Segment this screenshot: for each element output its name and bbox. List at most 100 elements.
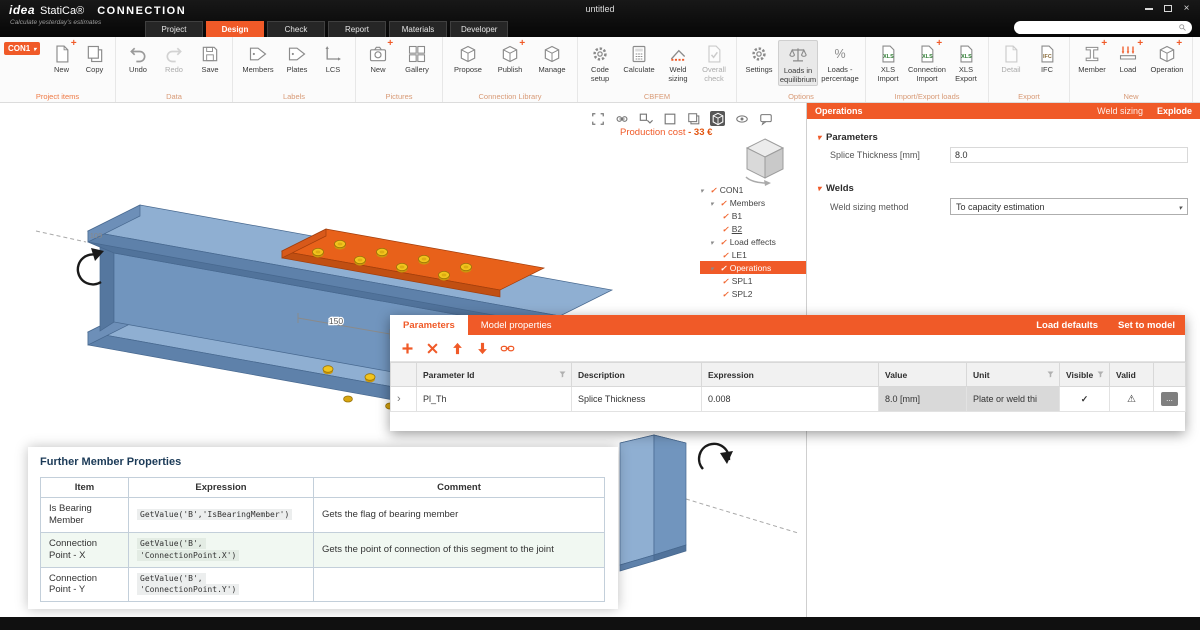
ifc-icon xyxy=(1036,43,1058,65)
new-project-item-button[interactable]: New xyxy=(46,40,77,76)
expander-caret-icon[interactable] xyxy=(710,263,717,273)
row-expander[interactable] xyxy=(391,387,417,412)
column-value[interactable]: Value xyxy=(879,363,967,387)
cell-expression[interactable]: 0.008 xyxy=(702,387,879,412)
manage-button[interactable]: Manage xyxy=(532,40,572,76)
new-picture-button[interactable]: New xyxy=(361,40,395,76)
filter-icon[interactable] xyxy=(558,370,567,379)
tab-materials[interactable]: Materials xyxy=(389,21,447,37)
expander-caret-icon[interactable] xyxy=(710,198,717,208)
explode-action[interactable]: Explode xyxy=(1157,106,1192,116)
column-valid[interactable]: Valid xyxy=(1110,363,1154,387)
load-defaults-button[interactable]: Load defaults xyxy=(1026,315,1108,335)
new-load-button[interactable]: Load xyxy=(1111,40,1145,76)
beam-b2-end[interactable] xyxy=(620,435,686,571)
column-expression[interactable]: Expression xyxy=(702,363,879,387)
cell-unit[interactable]: Plate or weld thi xyxy=(967,387,1060,412)
tree-item-members[interactable]: Members xyxy=(700,196,806,209)
filter-icon[interactable] xyxy=(1046,370,1055,379)
column-visible[interactable]: Visible xyxy=(1060,363,1110,387)
column-unit[interactable]: Unit xyxy=(967,363,1060,387)
new-operation-button[interactable]: Operation xyxy=(1147,40,1187,76)
delete-parameter-button[interactable] xyxy=(424,340,441,357)
tree-item-b2[interactable]: B2 xyxy=(700,222,806,235)
xls-import-button[interactable]: XLS Import xyxy=(871,40,905,84)
gallery-button[interactable]: Gallery xyxy=(397,40,437,76)
tree-item-con1[interactable]: CON1 xyxy=(700,183,806,196)
export-detail-button[interactable]: Detail xyxy=(994,40,1028,76)
column-description[interactable]: Description xyxy=(572,363,702,387)
export-ifc-button[interactable]: IFC xyxy=(1030,40,1064,76)
section-parameters[interactable]: Parameters xyxy=(817,132,1190,143)
labels-plates-button[interactable]: Plates xyxy=(280,40,314,76)
comments-icon[interactable] xyxy=(758,111,773,126)
code-setup-button[interactable]: Code setup xyxy=(583,40,617,84)
calculate-button[interactable]: Calculate xyxy=(619,40,659,76)
selection-mode-dropdown[interactable] xyxy=(638,111,653,126)
link-views-icon[interactable] xyxy=(614,111,629,126)
weld-sizing-action[interactable]: Weld sizing xyxy=(1097,106,1143,116)
tree-item-b1[interactable]: B1 xyxy=(700,209,806,222)
current-connection-button[interactable]: CON1 xyxy=(4,42,40,55)
section-welds[interactable]: Welds xyxy=(817,183,1190,194)
connection-import-icon xyxy=(916,43,938,65)
move-up-button[interactable] xyxy=(449,340,466,357)
undo-button[interactable]: Undo xyxy=(121,40,155,76)
redo-button[interactable]: Redo xyxy=(157,40,191,76)
minimize-button[interactable] xyxy=(1142,3,1155,14)
publish-button[interactable]: Publish xyxy=(490,40,530,76)
tree-item-le1[interactable]: LE1 xyxy=(700,248,806,261)
set-to-model-button[interactable]: Set to model xyxy=(1108,315,1185,335)
tab-model-properties[interactable]: Model properties xyxy=(468,315,565,335)
tab-project[interactable]: Project xyxy=(145,21,203,37)
add-parameter-button[interactable] xyxy=(399,340,416,357)
save-button[interactable]: Save xyxy=(193,40,227,76)
parameters-panel-header: Parameters Model properties Load default… xyxy=(390,315,1185,335)
search-box[interactable] xyxy=(1014,21,1192,34)
labels-members-button[interactable]: Members xyxy=(238,40,278,76)
tab-report[interactable]: Report xyxy=(328,21,386,37)
labels-lcs-button[interactable]: LCS xyxy=(316,40,350,76)
tree-item-spl1[interactable]: SPL1 xyxy=(700,274,806,287)
column-parameter-id[interactable]: Parameter Id xyxy=(417,363,572,387)
parameter-row[interactable]: Pl_Th Splice Thickness 0.008 8.0 [mm] Pl… xyxy=(391,387,1186,412)
loads-percentage-toggle[interactable]: Loads - percentage xyxy=(820,40,860,84)
solid-view-icon[interactable] xyxy=(710,111,725,126)
tree-item-spl2[interactable]: SPL2 xyxy=(700,287,806,300)
tree-item-label: Members xyxy=(730,198,765,208)
copy-project-item-button[interactable]: Copy xyxy=(79,40,110,76)
splice-thickness-input[interactable] xyxy=(950,147,1188,163)
overall-check-button[interactable]: Overall check xyxy=(697,40,731,84)
tab-developer[interactable]: Developer xyxy=(450,21,508,37)
connection-import-button[interactable]: Connection Import xyxy=(907,40,947,84)
wireframe-view-icon[interactable] xyxy=(662,111,677,126)
weld-sizing-button[interactable]: Weld sizing xyxy=(661,40,695,84)
settings-button[interactable]: Settings xyxy=(742,40,776,76)
button-label: XLS Import xyxy=(871,66,905,83)
loads-in-equilibrium-toggle[interactable]: Loads in equilibrium xyxy=(778,40,818,86)
tab-design[interactable]: Design xyxy=(206,21,264,37)
more-options-button[interactable]: ... xyxy=(1161,392,1178,406)
close-button[interactable] xyxy=(1180,3,1193,14)
link-parameter-button[interactable] xyxy=(499,340,516,357)
tab-parameters[interactable]: Parameters xyxy=(390,315,468,335)
tab-check[interactable]: Check xyxy=(267,21,325,37)
weld-sizing-method-select[interactable]: To capacity estimation xyxy=(950,198,1188,215)
search-input[interactable] xyxy=(1019,22,1178,33)
move-down-button[interactable] xyxy=(474,340,491,357)
xls-export-button[interactable]: XLS Export xyxy=(949,40,983,84)
filter-icon[interactable] xyxy=(1096,370,1105,379)
tree-item-operations[interactable]: Operations xyxy=(700,261,806,274)
fit-view-icon[interactable] xyxy=(590,111,605,126)
new-member-button[interactable]: Member xyxy=(1075,40,1109,76)
expander-caret-icon[interactable] xyxy=(700,185,707,195)
copy-view-icon[interactable] xyxy=(686,111,701,126)
maximize-button[interactable] xyxy=(1161,3,1174,14)
propose-button[interactable]: Propose xyxy=(448,40,488,76)
cell-visible-check[interactable]: ✓ xyxy=(1060,387,1110,412)
visibility-icon[interactable] xyxy=(734,111,749,126)
expander-caret-icon[interactable] xyxy=(710,237,717,247)
cell-parameter-id: Pl_Th xyxy=(417,387,572,412)
tree-item-load-effects[interactable]: Load effects xyxy=(700,235,806,248)
chevron-down-icon xyxy=(817,132,821,143)
